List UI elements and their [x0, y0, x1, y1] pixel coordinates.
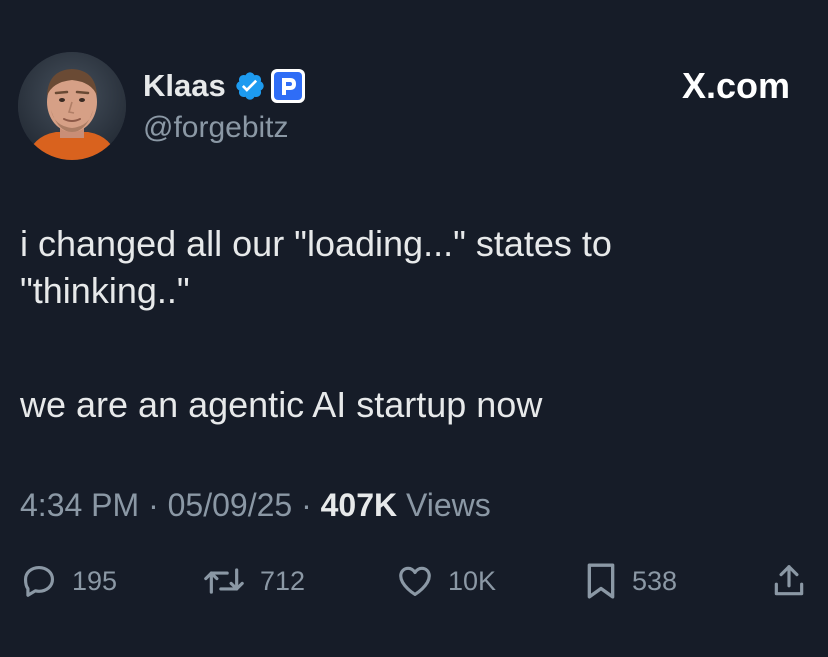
reply-button[interactable]: 195 [20, 556, 117, 606]
x-logo-text: X.com [681, 65, 790, 106]
tweet-text: i changed all our "loading..." states to… [20, 220, 800, 428]
reply-count: 195 [72, 565, 118, 596]
author-handle[interactable]: @forgebitz [143, 108, 289, 148]
tweet-meta: 4:34 PM · 05/09/25 · 407K Views [20, 484, 491, 526]
bookmark-button[interactable]: 538 [584, 556, 677, 606]
action-bar: 195 712 10K 538 [0, 556, 828, 606]
author-name-row: Klaas [143, 66, 305, 106]
like-button[interactable]: 10K [396, 556, 496, 606]
avatar-image [18, 52, 126, 160]
repost-button[interactable]: 712 [200, 556, 305, 606]
repost-icon [204, 568, 244, 594]
x-brand: X.com [682, 64, 790, 108]
heart-icon [399, 566, 431, 597]
tweet-line-2: "thinking.." [20, 270, 190, 311]
share-button[interactable] [770, 556, 808, 606]
reply-icon [23, 565, 55, 597]
tweet-line-1: i changed all our "loading..." states to [20, 223, 612, 264]
repost-count: 712 [260, 565, 306, 596]
meta-separator: · [301, 487, 321, 523]
bookmark-icon [587, 563, 615, 599]
tweet-time[interactable]: 4:34 PM [20, 487, 139, 523]
views-count: 407K [320, 487, 406, 523]
views-label: Views [406, 487, 491, 523]
affiliate-badge-icon[interactable] [270, 69, 305, 103]
display-name[interactable]: Klaas [143, 66, 226, 106]
share-icon [774, 565, 804, 596]
avatar[interactable] [18, 52, 126, 160]
meta-separator: · [148, 487, 168, 523]
bookmark-count: 538 [632, 565, 678, 596]
tweet-date[interactable]: 05/09/25 [168, 487, 293, 523]
verified-badge-icon[interactable] [234, 70, 266, 102]
tweet-card: Klaas @forgebitz X.com i changed all our… [0, 0, 828, 657]
tweet-line-3: we are an agentic AI startup now [20, 384, 543, 425]
like-count: 10K [448, 565, 497, 596]
